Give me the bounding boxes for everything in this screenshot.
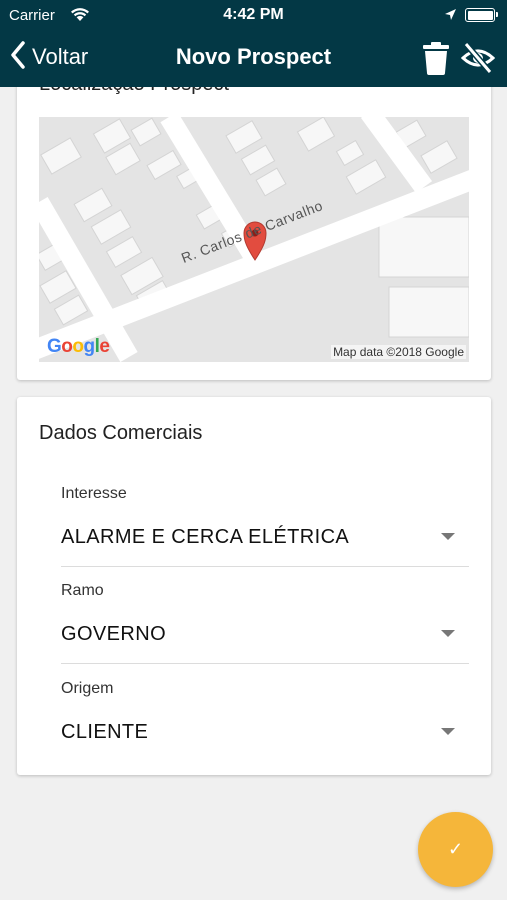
sector-select[interactable]: Ramo GOVERNO (61, 582, 469, 664)
status-time: 4:42 PM (223, 6, 284, 23)
dropdown-arrow-icon (441, 630, 455, 637)
interest-value: ALARME E CERCA ELÉTRICA (61, 526, 350, 548)
location-card: Localização Prospect (17, 87, 491, 380)
map-view[interactable]: R. Carlos de Carvalho Google Map data ©2… (39, 117, 469, 362)
origin-value: CLIENTE (61, 721, 149, 743)
google-logo: Google (47, 336, 110, 357)
scroll-content[interactable]: Localização Prospect (0, 87, 507, 900)
sector-label: Ramo (61, 582, 104, 599)
dropdown-arrow-icon (441, 728, 455, 735)
map-attribution: Map data ©2018 Google (331, 345, 466, 359)
interest-select[interactable]: Interesse ALARME E CERCA ELÉTRICA (61, 485, 469, 567)
interest-label: Interesse (61, 485, 127, 502)
commercial-card-title: Dados Comerciais (39, 422, 203, 444)
navigation-bar: Voltar Novo Prospect (0, 30, 507, 87)
save-fab-button[interactable]: ✓ (418, 812, 493, 887)
trash-icon[interactable] (422, 42, 450, 80)
commercial-data-card: Dados Comerciais Interesse ALARME E CERC… (17, 397, 491, 775)
location-arrow-icon (444, 8, 457, 25)
status-bar: Carrier 4:42 PM (0, 0, 507, 30)
origin-label: Origem (61, 680, 114, 697)
battery-icon (465, 8, 498, 22)
dropdown-arrow-icon (441, 533, 455, 540)
sector-value: GOVERNO (61, 623, 167, 645)
location-card-title: Localização Prospect (39, 87, 229, 96)
back-button[interactable]: Voltar (10, 40, 89, 74)
origin-select[interactable]: Origem CLIENTE (61, 680, 469, 762)
eye-off-icon[interactable] (460, 41, 496, 80)
checkmark-icon: ✓ (447, 839, 464, 859)
chevron-left-icon (10, 40, 26, 74)
back-button-label: Voltar (32, 44, 89, 69)
